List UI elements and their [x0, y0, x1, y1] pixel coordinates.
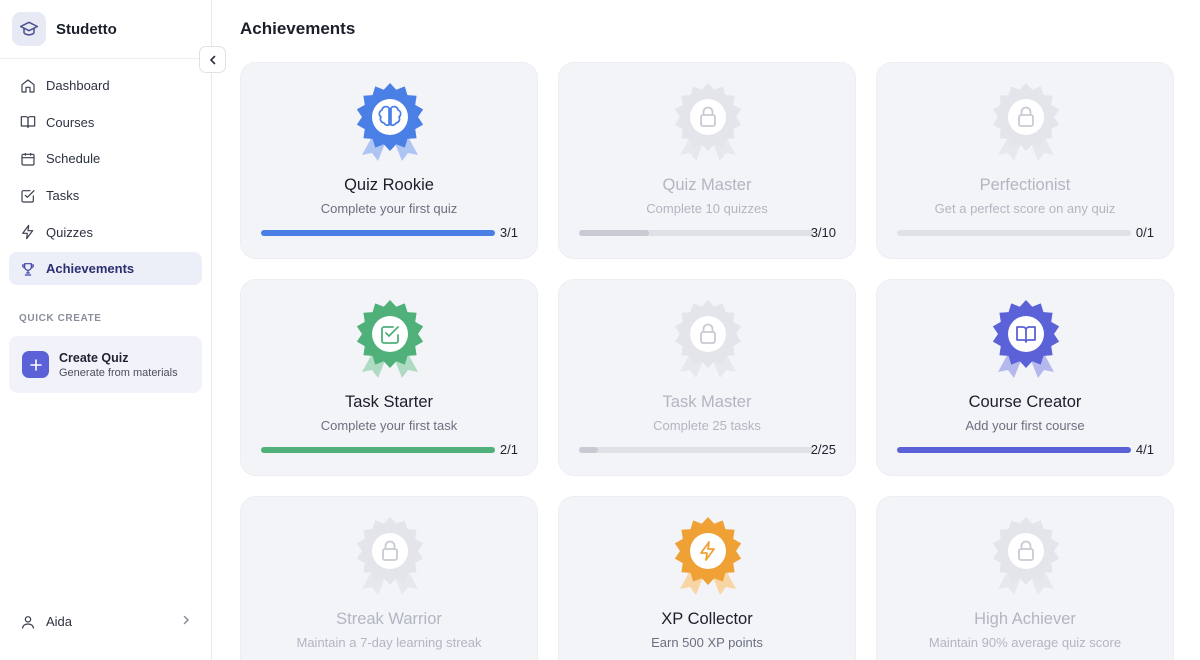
achievement-description: Earn 500 XP points — [651, 635, 763, 650]
create-quiz-label: Create Quiz — [59, 350, 129, 365]
achievement-title: High Achiever — [974, 610, 1076, 628]
page-title: Achievements — [240, 19, 356, 38]
progress-text: 3/10 — [810, 225, 836, 240]
chevron-left-icon — [209, 55, 215, 64]
brand[interactable]: Studetto — [12, 12, 117, 46]
lightning-icon — [19, 224, 36, 241]
achievement-badge — [354, 298, 426, 380]
sidebar-item-dashboard[interactable]: Dashboard — [9, 69, 202, 102]
achievement-card[interactable]: Quiz Master Complete 10 quizzes 3/10 — [558, 62, 856, 259]
progress-fill — [897, 447, 1131, 453]
achievement-card[interactable]: Perfectionist Get a perfect score on any … — [876, 62, 1174, 259]
achievement-badge — [354, 81, 426, 163]
progress-fill — [261, 447, 495, 453]
achievement-description: Complete 10 quizzes — [646, 201, 768, 216]
sidebar-nav: Dashboard Courses Schedule Tasks Quizzes — [9, 69, 202, 289]
achievement-description: Complete your first task — [320, 418, 458, 433]
plus-icon — [22, 351, 49, 378]
achievement-description: Complete your first quiz — [320, 201, 458, 216]
achievement-card[interactable]: High Achiever Maintain 90% average quiz s… — [876, 496, 1174, 660]
achievement-title: Task Master — [662, 393, 752, 411]
achievement-card[interactable]: Course Creator Add your first course 4/1 — [876, 279, 1174, 476]
progress-bar — [579, 230, 813, 236]
home-icon — [19, 77, 36, 94]
progress-bar — [897, 230, 1131, 236]
achievement-description: Complete 25 tasks — [653, 418, 761, 433]
achievement-badge — [990, 298, 1062, 380]
achievement-description: Get a perfect score on any quiz — [934, 201, 1116, 216]
collapse-sidebar-button[interactable] — [199, 46, 226, 73]
book-icon — [19, 114, 36, 131]
progress-text: 4/1 — [1135, 442, 1154, 457]
sidebar-item-schedule[interactable]: Schedule — [9, 142, 202, 175]
progress-bar — [261, 447, 495, 453]
achievement-badge — [672, 515, 744, 597]
sidebar-item-tasks[interactable]: Tasks — [9, 179, 202, 212]
sidebar-item-quizzes[interactable]: Quizzes — [9, 216, 202, 249]
app-name: Studetto — [56, 20, 117, 38]
achievement-title: Streak Warrior — [336, 610, 442, 628]
progress-bar — [579, 447, 813, 453]
locked-badge — [990, 515, 1062, 597]
trophy-icon — [19, 260, 36, 277]
sidebar-item-label: Courses — [46, 114, 95, 130]
locked-badge — [354, 515, 426, 597]
sidebar-item-label: Tasks — [46, 188, 80, 204]
checkbox-icon — [19, 187, 36, 204]
progress-text: 2/25 — [810, 442, 836, 457]
progress-bar — [261, 230, 495, 236]
progress-text: 0/1 — [1135, 225, 1154, 240]
achievement-card[interactable]: XP Collector Earn 500 XP points — [558, 496, 856, 660]
achievement-card[interactable]: Task Master Complete 25 tasks 2/25 — [558, 279, 856, 476]
sidebar-item-achievements[interactable]: Achievements — [9, 252, 202, 286]
achievement-card[interactable]: Streak Warrior Maintain a 7-day learning … — [240, 496, 538, 660]
user-menu[interactable]: Aida — [9, 605, 202, 638]
progress-fill — [261, 230, 495, 236]
sidebar-item-label: Dashboard — [46, 78, 110, 93]
sidebar-item-label: Schedule — [46, 151, 101, 167]
achievement-title: Quiz Rookie — [344, 176, 434, 194]
achievement-title: Task Starter — [344, 393, 434, 411]
progress-bar — [897, 447, 1131, 453]
chevron-right-icon — [180, 614, 192, 629]
achievement-title: XP Collector — [661, 610, 753, 628]
user-icon — [19, 613, 36, 630]
progress-text: 3/1 — [499, 225, 518, 240]
progress-fill — [579, 230, 650, 236]
calendar-icon — [19, 150, 36, 167]
sidebar-item-courses[interactable]: Courses — [9, 106, 202, 139]
locked-badge — [990, 81, 1062, 163]
sidebar-item-label: Achievements — [46, 261, 135, 277]
user-name: Aida — [46, 614, 73, 629]
achievement-card[interactable]: Task Starter Complete your first task 2/1 — [240, 279, 538, 476]
achievement-card[interactable]: Quiz Rookie Complete your first quiz 3/1 — [240, 62, 538, 259]
progress-text: 2/1 — [499, 442, 518, 457]
sidebar-item-label: Quizzes — [46, 224, 93, 240]
quick-create-heading: QUICK CREATE — [19, 313, 102, 324]
achievement-title: Course Creator — [968, 393, 1082, 411]
achievement-title: Quiz Master — [662, 176, 752, 194]
divider — [0, 58, 212, 59]
achievement-title: Perfectionist — [979, 176, 1071, 194]
create-quiz-button[interactable]: Create Quiz Generate from materials — [9, 336, 202, 393]
progress-fill — [579, 447, 598, 453]
achievement-description: Maintain 90% average quiz score — [928, 635, 1122, 650]
graduation-cap-icon — [12, 12, 46, 46]
create-quiz-sublabel: Generate from materials — [59, 366, 178, 379]
locked-badge — [672, 298, 744, 380]
sidebar: Studetto Dashboard Courses Schedule Task… — [0, 0, 212, 660]
locked-badge — [672, 81, 744, 163]
achievement-description: Add your first course — [965, 418, 1085, 433]
achievement-description: Maintain a 7-day learning streak — [296, 635, 482, 650]
